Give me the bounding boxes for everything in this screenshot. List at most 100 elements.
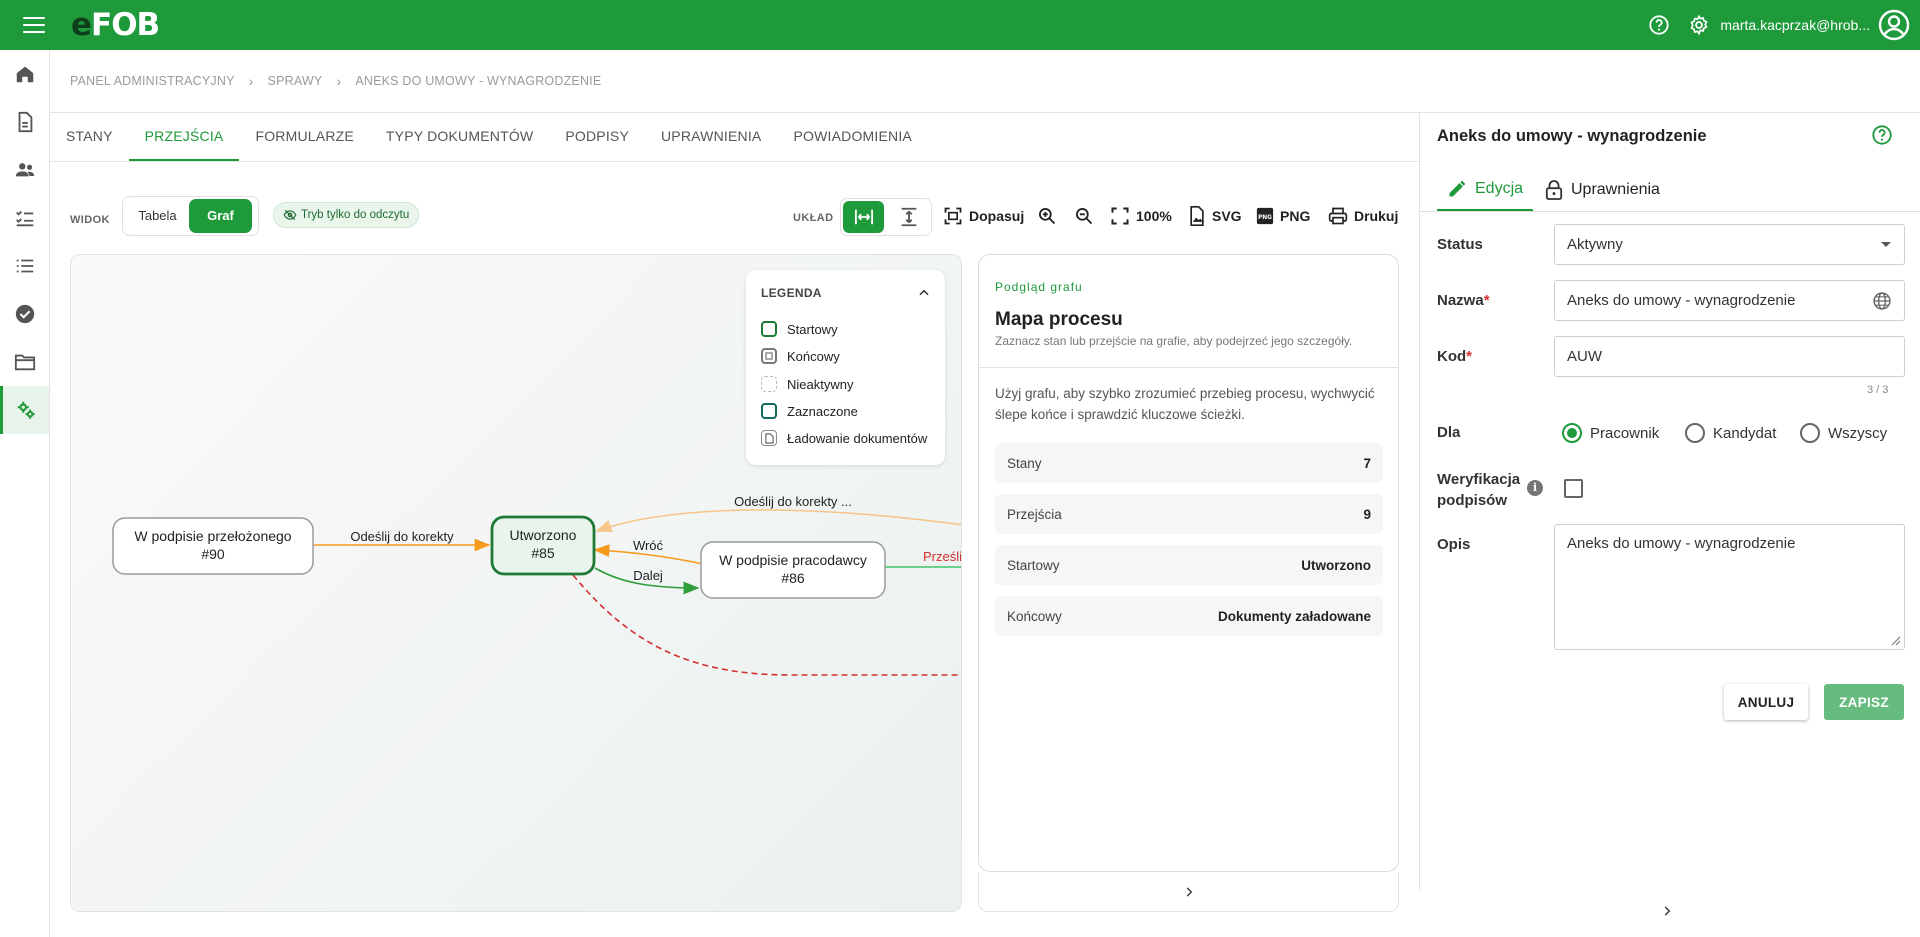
dla-label: Dla bbox=[1437, 424, 1461, 441]
legend-title: LEGENDA bbox=[761, 286, 822, 300]
node-label: Utworzono bbox=[510, 527, 577, 543]
tab-forms[interactable]: FORMULARZE bbox=[239, 113, 369, 161]
lock-icon bbox=[1545, 180, 1563, 200]
tab-edit[interactable]: Edycja bbox=[1437, 169, 1534, 211]
tab-permissions[interactable]: UPRAWNIENIA bbox=[645, 113, 777, 161]
breadcrumb-item-cases[interactable]: SPRAWY bbox=[268, 74, 323, 88]
radio-kandydat[interactable]: Kandydat bbox=[1685, 423, 1776, 443]
legend-item-end: Końcowy bbox=[761, 348, 840, 364]
menu-icon[interactable] bbox=[23, 17, 45, 33]
node-w-podpisie-przelozonego[interactable]: W podpisie przełożonego #90 bbox=[112, 517, 314, 575]
tab-signatures[interactable]: PODPISY bbox=[549, 113, 645, 161]
legend-item-selected: Zaznaczone bbox=[761, 403, 858, 419]
tab-transitions[interactable]: PRZEJŚCIA bbox=[128, 113, 240, 161]
settings-gear-icon[interactable] bbox=[1688, 14, 1710, 36]
layout-vertical-button[interactable] bbox=[888, 201, 929, 233]
status-select[interactable]: Aktywny bbox=[1554, 224, 1905, 265]
legend-swatch-end bbox=[761, 348, 777, 364]
document-upload-icon bbox=[761, 430, 777, 446]
description-textarea[interactable]: Aneks do umowy - wynagrodzenie bbox=[1554, 524, 1905, 650]
layout-horizontal-button[interactable] bbox=[843, 201, 884, 233]
verify-signatures-label: Weryfikacja podpisów bbox=[1437, 471, 1521, 509]
panel-divider bbox=[1419, 113, 1420, 890]
sidebar-item-documents[interactable] bbox=[0, 98, 49, 146]
document-icon bbox=[18, 111, 32, 133]
radio-selected-icon bbox=[1562, 423, 1582, 443]
node-w-podpisie-pracodawcy[interactable]: W podpisie pracodawcy #86 bbox=[700, 541, 886, 599]
tab-states[interactable]: STANY bbox=[50, 113, 129, 161]
layout-label: UKŁAD bbox=[793, 212, 834, 224]
view-graph-button[interactable]: Graf bbox=[189, 199, 252, 233]
preview-description: Użyj grafu, aby szybko zrozumieć przebie… bbox=[995, 386, 1375, 422]
zoom-out-button[interactable] bbox=[1074, 205, 1094, 227]
cancel-button[interactable]: ANULUJ bbox=[1724, 684, 1808, 720]
code-field[interactable]: AUW bbox=[1554, 336, 1905, 377]
fullscreen-icon bbox=[1111, 207, 1129, 225]
view-table-button[interactable]: Tabela bbox=[126, 199, 189, 233]
verify-signatures-checkbox[interactable] bbox=[1564, 479, 1583, 498]
tab-document-types[interactable]: TYPY DOKUMENTÓW bbox=[370, 113, 549, 161]
help-icon[interactable] bbox=[1871, 124, 1893, 149]
readonly-chip: Tryb tylko do odczytu bbox=[273, 202, 420, 228]
tab-notifications[interactable]: POWIADOMIENIA bbox=[777, 113, 928, 161]
fit-button[interactable]: Dopasuj bbox=[943, 205, 1024, 227]
folder-icon bbox=[14, 354, 35, 371]
export-png-button[interactable]: PNG PNG bbox=[1256, 205, 1310, 227]
sidebar-item-folders[interactable] bbox=[0, 338, 49, 386]
horizontal-layout-icon bbox=[854, 209, 873, 225]
legend-swatch-start bbox=[761, 321, 777, 337]
zoom-in-button[interactable] bbox=[1037, 205, 1057, 227]
app-logo[interactable]: eFOB bbox=[71, 7, 160, 43]
sidebar-item-people[interactable] bbox=[0, 146, 49, 194]
sidebar-nav bbox=[0, 50, 50, 937]
view-label: WIDOK bbox=[70, 214, 110, 226]
edge-label: Odeślij do korekty bbox=[350, 529, 454, 544]
preview-divider bbox=[979, 367, 1398, 368]
node-id: #90 bbox=[201, 546, 225, 562]
edge-label: Odeślij do korekty ... bbox=[734, 494, 852, 509]
fit-screen-icon bbox=[944, 207, 962, 225]
breadcrumb-item-admin-panel[interactable]: PANEL ADMINISTRACYJNY bbox=[70, 74, 235, 88]
sidebar-item-admin[interactable] bbox=[0, 386, 49, 434]
panel-title: Aneks do umowy - wynagrodzenie bbox=[1437, 127, 1707, 145]
stat-start: Startowy Utworzono bbox=[995, 545, 1383, 585]
radio-wszyscy[interactable]: Wszyscy bbox=[1800, 423, 1887, 443]
sidebar-item-approvals[interactable] bbox=[0, 290, 49, 338]
checklist-icon bbox=[15, 210, 33, 227]
stat-transitions: Przejścia 9 bbox=[995, 494, 1383, 534]
node-utworzono[interactable]: Utworzono #85 bbox=[490, 515, 596, 576]
sidebar-item-tasks[interactable] bbox=[0, 194, 49, 242]
globe-icon[interactable] bbox=[1872, 291, 1892, 311]
chevron-up-icon[interactable] bbox=[917, 286, 931, 303]
info-icon[interactable]: i bbox=[1527, 480, 1543, 496]
edge-resend-correction-top[interactable] bbox=[595, 509, 962, 533]
user-email[interactable]: marta.kacprzak@hrob... bbox=[1720, 17, 1870, 33]
preview-expand-button[interactable] bbox=[978, 872, 1399, 912]
preview-kicker: Podgląd grafu bbox=[995, 280, 1083, 294]
chevron-right-icon[interactable] bbox=[1660, 904, 1674, 921]
sidebar-item-home[interactable] bbox=[0, 50, 49, 98]
account-avatar-icon[interactable] bbox=[1878, 9, 1910, 41]
save-button[interactable]: ZAPISZ bbox=[1824, 684, 1904, 720]
help-icon[interactable] bbox=[1648, 14, 1670, 36]
zoom-in-icon bbox=[1039, 208, 1056, 225]
resize-handle-icon[interactable] bbox=[1889, 634, 1901, 646]
edge-label: Prześli bbox=[923, 549, 962, 564]
preview-subtitle: Zaznacz stan lub przejście na grafie, ab… bbox=[995, 334, 1353, 348]
print-button[interactable]: Drukuj bbox=[1328, 205, 1398, 227]
export-svg-button[interactable]: SVG bbox=[1188, 205, 1242, 227]
layout-toggle bbox=[840, 198, 932, 236]
tab-permissions-panel[interactable]: Uprawnienia bbox=[1535, 169, 1670, 211]
vertical-layout-icon bbox=[901, 207, 916, 227]
zoom-reset-button[interactable]: 100% bbox=[1110, 205, 1172, 227]
code-label: Kod* bbox=[1437, 348, 1473, 365]
panel-tabs-divider bbox=[1420, 211, 1920, 212]
list-icon bbox=[16, 259, 33, 273]
sidebar-item-list[interactable] bbox=[0, 242, 49, 290]
name-field[interactable]: Aneks do umowy - wynagrodzenie bbox=[1554, 280, 1905, 321]
legend-item-start: Startowy bbox=[761, 321, 838, 337]
eye-off-icon bbox=[283, 209, 297, 221]
node-id: #86 bbox=[781, 570, 805, 586]
process-tabs: STANY PRZEJŚCIA FORMULARZE TYPY DOKUMENT… bbox=[50, 113, 928, 161]
radio-pracownik[interactable]: Pracownik bbox=[1562, 423, 1659, 443]
